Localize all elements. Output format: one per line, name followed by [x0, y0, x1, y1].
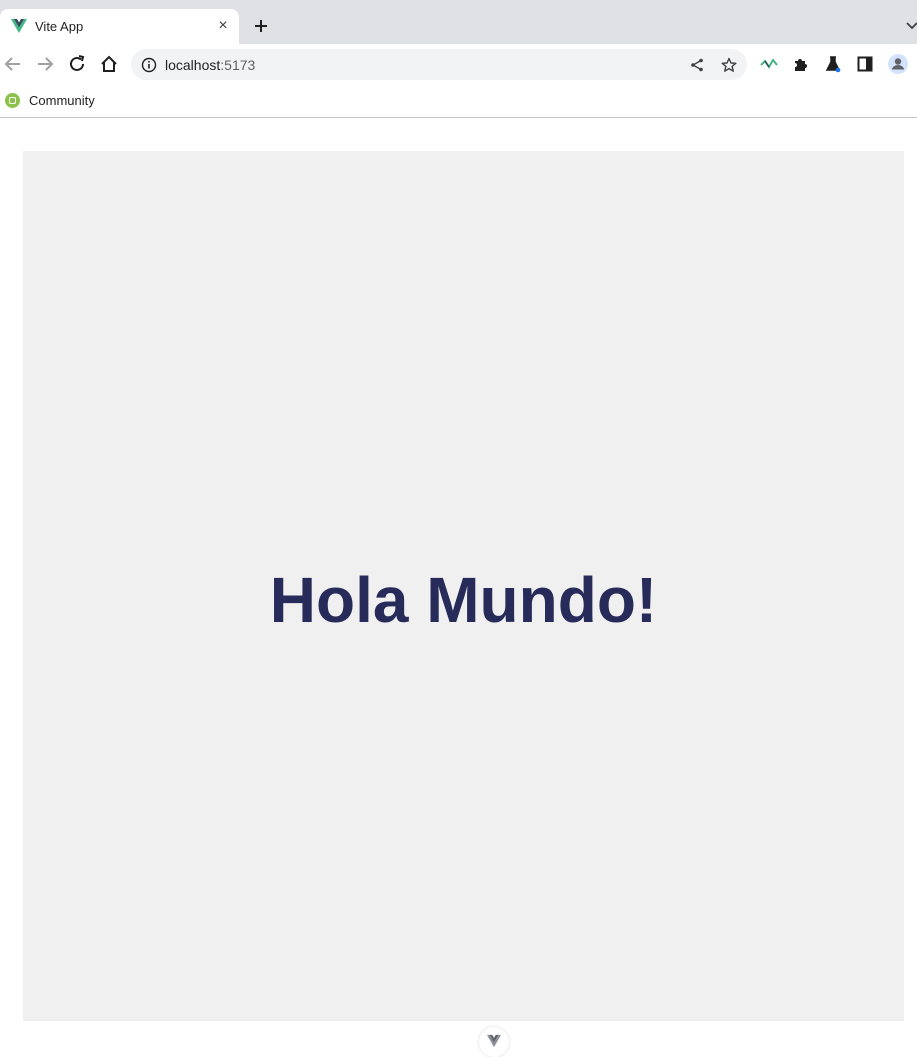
tab-strip: Vite App × — [0, 0, 917, 44]
vue-logo-icon — [11, 19, 27, 33]
tab-vite-app[interactable]: Vite App × — [0, 9, 239, 44]
back-button[interactable] — [2, 53, 24, 75]
lab-flask-icon[interactable] — [824, 55, 842, 73]
url-port: :5173 — [220, 57, 256, 73]
tab-title: Vite App — [35, 19, 84, 34]
bookmark-label: Community — [29, 93, 95, 108]
reload-button[interactable] — [66, 53, 88, 75]
app-container: Hola Mundo! — [23, 151, 904, 1057]
star-icon[interactable] — [721, 57, 737, 73]
community-icon — [5, 93, 20, 108]
puzzle-icon[interactable] — [792, 55, 810, 73]
plus-icon — [255, 20, 267, 32]
home-icon — [101, 55, 117, 72]
chevron-down-icon — [906, 22, 917, 30]
vue-logo-icon — [487, 1034, 501, 1048]
vue-devtools-icon[interactable] — [760, 55, 778, 73]
tab-search-button[interactable] — [905, 18, 917, 32]
url-host: localhost — [165, 57, 221, 73]
address-bar[interactable]: localhost:5173 — [131, 49, 747, 80]
info-icon[interactable] — [141, 57, 157, 73]
reload-icon — [70, 55, 85, 71]
profile-avatar-icon[interactable] — [887, 53, 909, 75]
bookmarks-bar: Community — [0, 85, 917, 118]
arrow-right-icon — [38, 57, 54, 71]
url-text[interactable]: localhost:5173 — [165, 57, 255, 73]
browser-toolbar: localhost:5173 — [0, 44, 917, 85]
vue-devtools-toggle-button[interactable] — [479, 1027, 509, 1057]
share-icon[interactable] — [689, 57, 705, 73]
home-button[interactable] — [98, 53, 120, 75]
new-tab-button[interactable] — [252, 17, 270, 35]
page-viewport: Hola Mundo! — [0, 119, 917, 1057]
forward-button[interactable] — [34, 53, 56, 75]
arrow-left-icon — [4, 57, 20, 71]
tab-close-button[interactable]: × — [215, 18, 231, 34]
page-heading: Hola Mundo! — [269, 564, 658, 636]
side-panel-icon[interactable] — [856, 55, 874, 73]
